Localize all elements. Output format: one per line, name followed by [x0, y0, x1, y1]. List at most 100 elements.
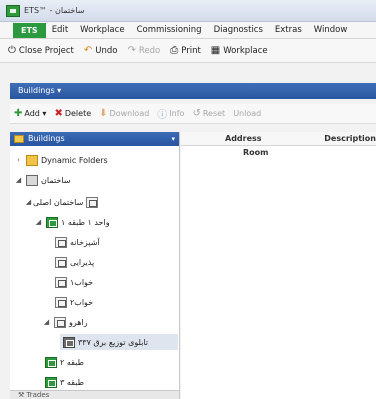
details-table: Address Room Description: [181, 132, 376, 399]
tree-item-trades[interactable]: ⚒ Trades: [10, 390, 179, 399]
tree-item-corridor[interactable]: ◢ راهرو: [42, 314, 88, 330]
tree-item-building[interactable]: ◢ ساختمان: [14, 172, 70, 188]
menu-diagnostics[interactable]: Diagnostics: [208, 25, 269, 35]
print-icon: ⎙: [170, 45, 179, 56]
action-bar: ✚ Add ▾ ✖ Delete ⬇ Download ⓘ Info ↺ Res…: [10, 104, 376, 124]
reset-icon: ↺: [192, 108, 201, 119]
chevron-down-icon: ▾: [39, 109, 47, 118]
buildings-icon: [14, 135, 24, 143]
tree-item-room-bath[interactable]: پذیرایی: [52, 254, 94, 270]
close-project-icon: ⏻: [8, 45, 16, 56]
window-title: ETS™ - ساختمان: [24, 6, 85, 15]
chevron-down-icon: ▾: [171, 135, 175, 143]
download-icon: ⬇: [99, 108, 108, 119]
tree-item-label: طبقه ۳: [60, 377, 84, 387]
redo-button[interactable]: ↷ Redo: [127, 45, 160, 56]
menu-commissioning[interactable]: Commissioning: [131, 25, 208, 35]
tree-item-label: راهرو: [69, 317, 88, 327]
tree-item-room-bed2[interactable]: خواب۲: [52, 294, 93, 310]
add-icon: ✚: [14, 108, 23, 119]
close-project-label: Close Project: [18, 45, 74, 56]
column-header-address-room[interactable]: Address Room: [181, 132, 284, 157]
room-icon: [55, 256, 67, 268]
menu-ets[interactable]: ETS: [13, 22, 46, 38]
info-label: Info: [169, 109, 185, 118]
info-button[interactable]: ⓘ Info: [157, 106, 184, 121]
reset-label: Reset: [202, 109, 226, 118]
column-header-room: Room: [243, 148, 269, 157]
tree-item-label: پذیرایی: [70, 257, 95, 267]
delete-button[interactable]: ✖ Delete: [54, 108, 91, 119]
building-icon: [26, 174, 38, 186]
tree-item-label: ساختمان اصلی: [33, 197, 84, 207]
workplace-label: Workplace: [223, 45, 268, 56]
undo-button[interactable]: ↶ Undo: [84, 45, 118, 56]
print-button[interactable]: ⎙ Print: [170, 45, 201, 56]
column-header-description[interactable]: Description: [284, 132, 376, 145]
tree-item-label: ساختمان: [41, 175, 71, 185]
tree-item-floor2[interactable]: طبقه ۲: [42, 354, 84, 370]
tree-item-label: خواب۱: [70, 277, 94, 287]
unload-label: Unload: [233, 109, 262, 118]
close-project-button[interactable]: ⏻ Close Project: [8, 45, 74, 56]
workplace-icon: ▦: [210, 45, 221, 56]
chevron-down-icon: ▾: [57, 86, 62, 95]
tree-item-label: تابلوی توزیع برق ۳۳۷: [78, 337, 149, 347]
collapse-icon[interactable]: ◢: [42, 318, 51, 326]
tree-item-room-kitchen[interactable]: آشپزخانه: [52, 234, 100, 250]
menu-extras[interactable]: Extras: [269, 25, 308, 35]
download-button[interactable]: ⬇ Download: [99, 108, 149, 119]
reset-button[interactable]: ↺ Reset: [192, 108, 225, 119]
download-label: Download: [109, 109, 150, 118]
floor-icon: [45, 376, 57, 388]
floor-icon: [46, 216, 58, 228]
delete-label: Delete: [64, 109, 92, 118]
add-button[interactable]: ✚ Add ▾: [14, 108, 46, 119]
room-icon: [54, 316, 66, 328]
menu-window[interactable]: Window: [308, 25, 354, 35]
distribution-board-icon: [63, 336, 75, 348]
workplace-button[interactable]: ▦ Workplace: [211, 45, 268, 56]
tree-item-label: آشپزخانه: [70, 237, 100, 247]
tree-item-label: Dynamic Folders: [41, 155, 108, 165]
tree-item-label: واحد ۱ طبقه ۱: [61, 217, 110, 227]
redo-icon: ↷: [127, 45, 136, 56]
collapse-icon[interactable]: ◢: [34, 218, 43, 226]
tree-item-distribution-board[interactable]: تابلوی توزیع برق ۳۳۷: [60, 334, 178, 350]
buildings-tree-panel: Buildings ▾ › Dynamic Folders ◢ ساختمان …: [10, 132, 180, 399]
add-label: Add: [24, 109, 40, 118]
info-icon: ⓘ: [157, 110, 168, 121]
title-bar: ETS™ - ساختمان: [0, 0, 376, 22]
tree-item-building-main[interactable]: ◢ ساختمان اصلی: [24, 194, 101, 210]
breadcrumb[interactable]: Buildings ▾: [10, 83, 376, 99]
undo-label: Undo: [95, 45, 118, 56]
tree-item-label: طبقه ۲: [60, 357, 84, 367]
ets-app-icon: [6, 4, 20, 17]
collapse-icon[interactable]: ◢: [14, 176, 23, 184]
tree-item-label: خواب۲: [70, 297, 94, 307]
tree-panel-header[interactable]: Buildings ▾: [10, 132, 179, 146]
tree-item-label: Trades: [26, 391, 50, 399]
room-icon: [55, 236, 67, 248]
print-label: Print: [181, 45, 201, 56]
menu-bar: ETS Edit Workplace Commissioning Diagnos…: [0, 22, 376, 39]
main-toolbar: ⏻ Close Project ↶ Undo ↷ Redo ⎙ Print ▦ …: [0, 39, 376, 63]
tree-item-dynamic-folders[interactable]: › Dynamic Folders: [14, 152, 108, 168]
breadcrumb-label: Buildings: [18, 86, 55, 95]
tree-item-floor1[interactable]: ◢ واحد ۱ طبقه ۱: [34, 214, 110, 230]
menu-workplace[interactable]: Workplace: [74, 25, 130, 35]
room-icon: [55, 276, 67, 288]
undo-icon: ↶: [83, 45, 93, 56]
redo-label: Redo: [138, 45, 161, 56]
collapse-icon[interactable]: ◢: [24, 198, 33, 206]
building-part-icon: [86, 196, 99, 208]
menu-edit[interactable]: Edit: [46, 25, 74, 35]
tree-item-floor3[interactable]: طبقه ۳: [42, 374, 84, 390]
delete-icon: ✖: [54, 108, 63, 119]
tree-item-room-bed1[interactable]: خواب۱: [52, 274, 93, 290]
tree-panel-title: Buildings: [28, 134, 65, 143]
expander-icon[interactable]: ›: [14, 156, 23, 164]
folder-icon: [26, 154, 38, 166]
unload-button[interactable]: Unload: [233, 109, 261, 118]
table-header: Address Room Description: [181, 132, 376, 157]
